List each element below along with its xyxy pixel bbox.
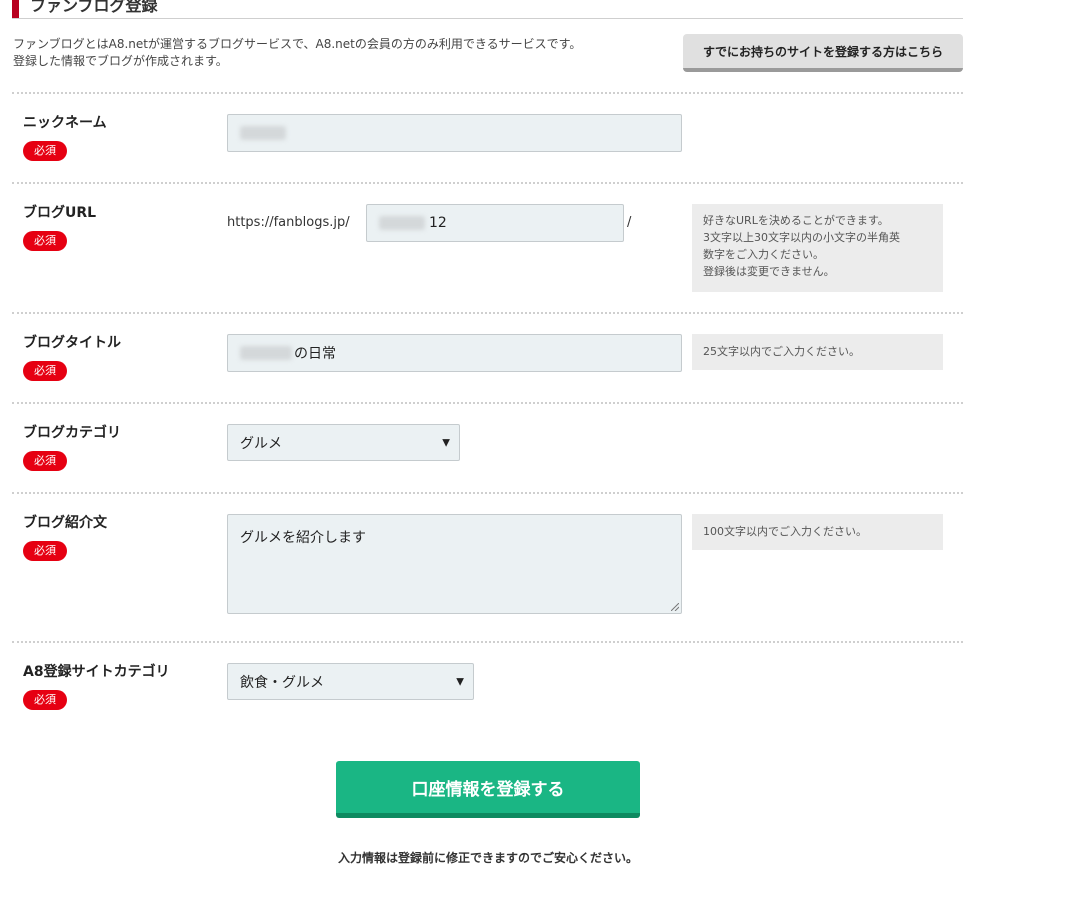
divider	[12, 641, 963, 643]
blog-intro-hint: 100文字以内でご入力ください。	[692, 514, 943, 550]
blog-url-value: 12	[429, 215, 447, 231]
intro-line-1: ファンブログとはA8.netが運営するブログサービスで、A8.netの会員の方の…	[13, 37, 582, 51]
redacted-value	[379, 216, 425, 230]
divider	[12, 492, 963, 494]
intro-line-2: 登録した情報でブログが作成されます。	[13, 54, 228, 68]
hint-line: 数字をご入力ください。	[703, 248, 824, 261]
divider	[12, 402, 963, 404]
blog-intro-label: ブログ紹介文	[23, 515, 107, 531]
redacted-value	[240, 126, 286, 140]
nickname-input[interactable]	[227, 114, 682, 152]
blog-url-hint: 好きなURLを決めることができます。 3文字以上30文字以内の小文字の半角英 数…	[692, 204, 943, 292]
blog-url-label: ブログURL	[23, 205, 97, 221]
a8-site-category-label: A8登録サイトカテゴリ	[23, 664, 170, 680]
register-account-button[interactable]: 口座情報を登録する	[336, 761, 640, 818]
title-accent-bar	[12, 0, 19, 18]
hint-line: 好きなURLを決めることができます。	[703, 214, 889, 227]
blog-title-value: の日常	[294, 346, 336, 362]
required-badge: 必須	[23, 451, 67, 471]
required-badge: 必須	[23, 231, 67, 251]
blog-url-prefix: https://fanblogs.jp/	[227, 215, 350, 230]
nickname-label: ニックネーム	[23, 115, 107, 131]
required-badge: 必須	[23, 541, 67, 561]
existing-site-button[interactable]: すでにお持ちのサイトを登録する方はこちら	[683, 34, 963, 72]
hint-line: 3文字以上30文字以内の小文字の半角英	[703, 231, 900, 244]
hint-line: 登録後は変更できません。	[703, 265, 835, 278]
blog-category-label: ブログカテゴリ	[23, 425, 121, 441]
blog-url-suffix: /	[627, 215, 632, 230]
a8-site-category-selected: 飲食・グルメ	[240, 674, 324, 691]
footnote: 入力情報は登録前に修正できますのでご安心ください。	[337, 851, 638, 865]
required-badge: 必須	[23, 690, 67, 710]
blog-intro-textarea[interactable]: グルメを紹介します	[227, 514, 682, 614]
blog-intro-value: グルメを紹介します	[240, 530, 366, 546]
page-title-bar: ファンブログ登録	[12, 0, 963, 19]
divider	[12, 92, 963, 94]
divider	[12, 312, 963, 314]
resize-grip-icon[interactable]	[671, 603, 679, 611]
blog-url-input[interactable]: 12	[366, 204, 624, 242]
required-badge: 必須	[23, 361, 67, 381]
dropdown-arrow-icon: ▼	[442, 437, 450, 448]
dropdown-arrow-icon: ▼	[456, 676, 464, 687]
redacted-value	[240, 346, 292, 360]
page-title: ファンブログ登録	[30, 0, 158, 15]
intro-text: ファンブログとはA8.netが運営するブログサービスで、A8.netの会員の方の…	[13, 36, 673, 70]
blog-title-input[interactable]: の日常	[227, 334, 682, 372]
a8-site-category-select[interactable]: 飲食・グルメ ▼	[227, 663, 474, 700]
blog-category-selected: グルメ	[240, 435, 282, 452]
blog-title-label: ブログタイトル	[23, 335, 121, 351]
blog-title-hint: 25文字以内でご入力ください。	[692, 334, 943, 370]
required-badge: 必須	[23, 141, 67, 161]
divider	[12, 182, 963, 184]
blog-category-select[interactable]: グルメ ▼	[227, 424, 460, 461]
